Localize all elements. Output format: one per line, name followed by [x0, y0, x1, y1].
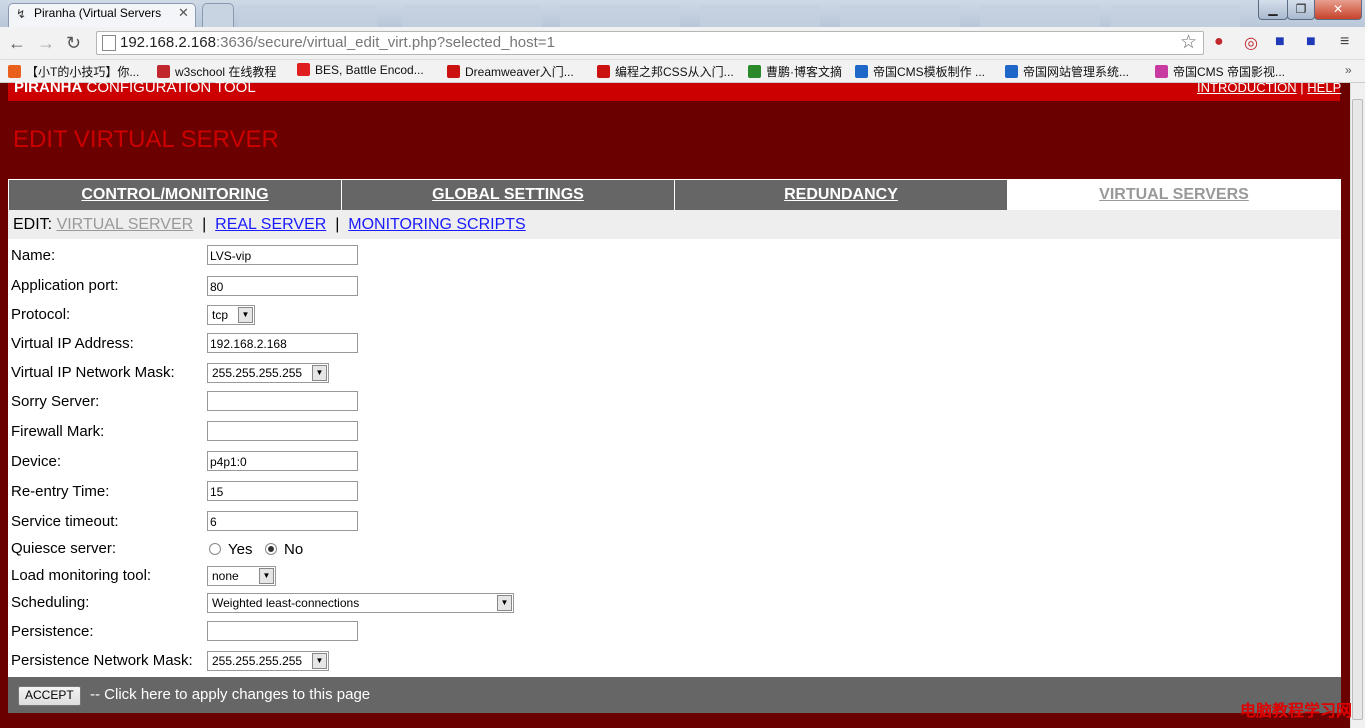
tab-redundancy[interactable]: REDUNDANCY: [675, 180, 1007, 210]
name-input[interactable]: LVS-vip: [207, 245, 358, 265]
introduction-link[interactable]: INTRODUCTION: [1197, 80, 1297, 95]
quiesce-no-radio[interactable]: [265, 543, 277, 555]
background-tab[interactable]: [1110, 5, 1240, 27]
watermark: 电脑教程学习网: [1240, 703, 1353, 720]
background-tab[interactable]: [700, 5, 820, 27]
bookmark-favicon-icon: [1155, 65, 1168, 78]
bookmark-favicon-icon: [1005, 65, 1018, 78]
pmask-label: Persistence Network Mask:: [11, 652, 193, 669]
location-pin-icon[interactable]: ●: [1214, 33, 1224, 51]
dropdown-arrow-icon: ▼: [312, 653, 327, 669]
baidu-paw-icon[interactable]: ■: [1275, 33, 1285, 51]
extension-icon[interactable]: ◎: [1244, 33, 1258, 53]
baidu-paw-icon[interactable]: ■: [1306, 33, 1316, 51]
back-icon[interactable]: ←: [8, 33, 26, 54]
fwmark-label: Firewall Mark:: [11, 423, 105, 440]
reload-icon[interactable]: ↻: [66, 33, 81, 54]
bookmark-item[interactable]: w3school 在线教程: [157, 63, 276, 80]
bookmark-item[interactable]: 帝国CMS 帝国影视...: [1155, 63, 1285, 80]
bookmark-item[interactable]: Dreamweaver入门...: [447, 63, 574, 80]
scrollbar-thumb[interactable]: [1352, 99, 1363, 720]
bookmark-item[interactable]: 编程之邦CSS从入门...: [597, 63, 734, 80]
forward-icon[interactable]: →: [37, 33, 55, 54]
new-tab-button[interactable]: [202, 3, 234, 28]
background-tab[interactable]: [840, 5, 960, 27]
vmask-select[interactable]: 255.255.255.255 ▼: [207, 363, 329, 383]
page-title: EDIT VIRTUAL SERVER: [13, 126, 279, 153]
fwmark-input[interactable]: [207, 421, 358, 441]
subnav-monitoring-scripts[interactable]: MONITORING SCRIPTS: [348, 216, 526, 233]
brand-title: PIRANHA CONFIGURATION TOOL: [14, 79, 256, 96]
persist-input[interactable]: [207, 621, 358, 641]
bookmark-item[interactable]: 曹鹏·博客文摘: [748, 63, 842, 80]
name-label: Name:: [11, 247, 56, 264]
bookmark-favicon-icon: [748, 65, 761, 78]
background-tab[interactable]: [238, 5, 378, 27]
device-input[interactable]: p4p1:0: [207, 451, 358, 471]
sub-nav-links: EDIT: VIRTUAL SERVER | REAL SERVER | MON…: [13, 216, 526, 233]
vip-label: Virtual IP Address:: [11, 335, 134, 352]
sched-label: Scheduling:: [11, 594, 90, 611]
device-label: Device:: [11, 453, 62, 470]
background-tab[interactable]: [402, 5, 542, 27]
bookmark-item[interactable]: 【小T的小技巧】你...: [8, 63, 139, 80]
load-label: Load monitoring tool:: [11, 567, 152, 584]
sorry-label: Sorry Server:: [11, 393, 100, 410]
tab-virtual-servers[interactable]: VIRTUAL SERVERS: [1008, 180, 1340, 210]
dropdown-arrow-icon: ▼: [259, 568, 274, 584]
help-link[interactable]: HELP: [1307, 80, 1341, 95]
quiesce-label: Quiesce server:: [11, 540, 117, 557]
dropdown-arrow-icon: ▼: [497, 595, 512, 611]
bookmark-favicon-icon: [157, 65, 170, 78]
protocol-select[interactable]: tcp ▼: [207, 305, 255, 325]
dropdown-arrow-icon: ▼: [312, 365, 327, 381]
url-text[interactable]: 192.168.2.168:3636/secure/virtual_edit_v…: [120, 34, 555, 51]
accept-hint: -- Click here to apply changes to this p…: [90, 686, 371, 703]
bookmark-star-icon[interactable]: ☆: [1180, 31, 1197, 54]
tab-global-settings[interactable]: GLOBAL SETTINGS: [342, 180, 674, 210]
menu-icon[interactable]: ≡: [1340, 33, 1349, 51]
header-links: INTRODUCTION | HELP: [1197, 80, 1342, 95]
close-window-button[interactable]: ✕: [1314, 0, 1362, 20]
bookmark-favicon-icon: [447, 65, 460, 78]
persist-label: Persistence:: [11, 623, 94, 640]
bookmark-favicon-icon: [8, 65, 21, 78]
bookmark-favicon-icon: [597, 65, 610, 78]
load-select[interactable]: none ▼: [207, 566, 276, 586]
bookmark-favicon-icon: [855, 65, 868, 78]
subnav-virtual-server[interactable]: VIRTUAL SERVER: [57, 216, 194, 233]
timeout-input[interactable]: 6: [207, 511, 358, 531]
reentry-input[interactable]: 15: [207, 481, 358, 501]
background-tab[interactable]: [980, 5, 1100, 27]
pmask-select[interactable]: 255.255.255.255 ▼: [207, 651, 329, 671]
quiesce-radio-group: Yes No: [209, 541, 303, 558]
timeout-label: Service timeout:: [11, 513, 119, 530]
protocol-label: Protocol:: [11, 306, 71, 323]
vip-input[interactable]: 192.168.2.168: [207, 333, 358, 353]
page-icon: [102, 35, 116, 51]
bookmark-favicon-icon: [297, 63, 310, 76]
tab-favicon-icon: ↯: [16, 7, 27, 21]
bookmark-item[interactable]: BES, Battle Encod...: [297, 63, 424, 77]
bookmark-item[interactable]: 帝国网站管理系统...: [1005, 63, 1129, 80]
reentry-label: Re-entry Time:: [11, 483, 110, 500]
more-bookmarks-icon[interactable]: »: [1345, 63, 1352, 77]
vmask-label: Virtual IP Network Mask:: [11, 364, 175, 381]
quiesce-yes-radio[interactable]: [209, 543, 221, 555]
sched-select[interactable]: Weighted least-connections ▼: [207, 593, 514, 613]
bookmark-item[interactable]: 帝国CMS模板制作 ...: [855, 63, 985, 80]
sorry-input[interactable]: [207, 391, 358, 411]
dropdown-arrow-icon: ▼: [238, 307, 253, 323]
port-input[interactable]: 80: [207, 276, 358, 296]
port-label: Application port:: [11, 277, 119, 294]
tab-close-icon[interactable]: ✕: [178, 5, 189, 21]
subnav-real-server[interactable]: REAL SERVER: [215, 216, 326, 233]
minimize-button[interactable]: ▁: [1258, 0, 1288, 20]
tab-control-monitoring[interactable]: CONTROL/MONITORING: [9, 180, 341, 210]
background-tab[interactable]: [560, 5, 680, 27]
accept-button[interactable]: ACCEPT: [18, 686, 81, 706]
maximize-button[interactable]: ❐: [1287, 0, 1315, 20]
tab-title: Piranha (Virtual Servers: [34, 6, 162, 20]
